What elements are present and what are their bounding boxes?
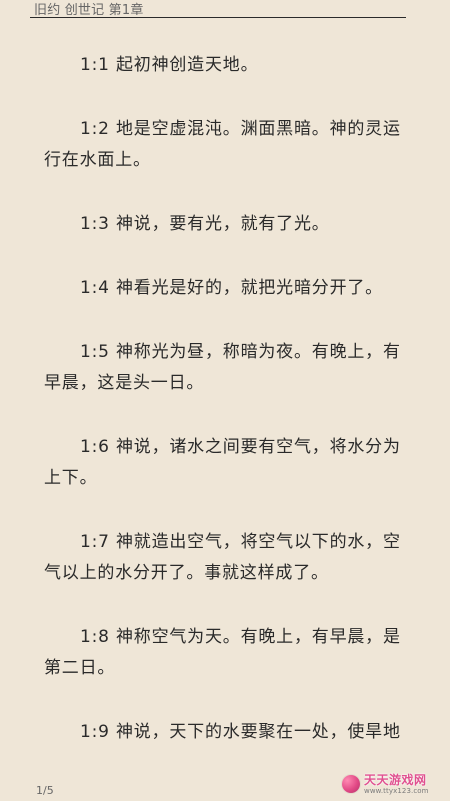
verse-8: 1:8 神称空气为天。有晚上，有早晨，是第二日。 [44, 622, 408, 684]
verse-text: 神说，天下的水要聚在一处，使旱地 [115, 722, 401, 742]
verse-number: 1:3 [80, 214, 110, 234]
verse-number: 1:6 [80, 437, 110, 457]
verse-2: 1:2 地是空虚混沌。渊面黑暗。神的灵运行在水面上。 [44, 114, 408, 176]
watermark-text: 天天游戏网 www.ttyx123.com [364, 774, 429, 795]
watermark-url: www.ttyx123.com [364, 786, 429, 795]
verse-number: 1:2 [80, 119, 110, 139]
verse-1: 1:1 起初神创造天地。 [44, 50, 408, 81]
verse-number: 1:8 [80, 627, 110, 647]
verse-number: 1:1 [80, 55, 110, 75]
verse-9: 1:9 神说，天下的水要聚在一处，使旱地 [44, 717, 408, 748]
site-watermark: 天天游戏网 www.ttyx123.com [342, 773, 438, 795]
verse-number: 1:9 [80, 722, 110, 742]
header-divider [30, 17, 406, 18]
verse-6: 1:6 神说，诸水之间要有空气，将水分为上下。 [44, 432, 408, 494]
verse-number: 1:4 [80, 278, 110, 298]
verse-text: 神看光是好的，就把光暗分开了。 [115, 278, 383, 298]
verse-4: 1:4 神看光是好的，就把光暗分开了。 [44, 273, 408, 304]
verse-3: 1:3 神说，要有光，就有了光。 [44, 209, 408, 240]
reading-content[interactable]: 1:1 起初神创造天地。 1:2 地是空虚混沌。渊面黑暗。神的灵运行在水面上。 … [44, 50, 408, 760]
verse-text: 神说，要有光，就有了光。 [115, 214, 330, 234]
verse-5: 1:5 神称光为昼，称暗为夜。有晚上，有早晨，这是头一日。 [44, 337, 408, 399]
watermark-logo-icon [342, 775, 360, 793]
verse-number: 1:5 [80, 342, 110, 362]
page-indicator: 1/5 [36, 784, 54, 797]
watermark-title: 天天游戏网 [364, 772, 427, 787]
verse-number: 1:7 [80, 532, 110, 552]
verse-7: 1:7 神就造出空气，将空气以下的水，空气以上的水分开了。事就这样成了。 [44, 527, 408, 589]
verse-text: 起初神创造天地。 [115, 55, 259, 75]
